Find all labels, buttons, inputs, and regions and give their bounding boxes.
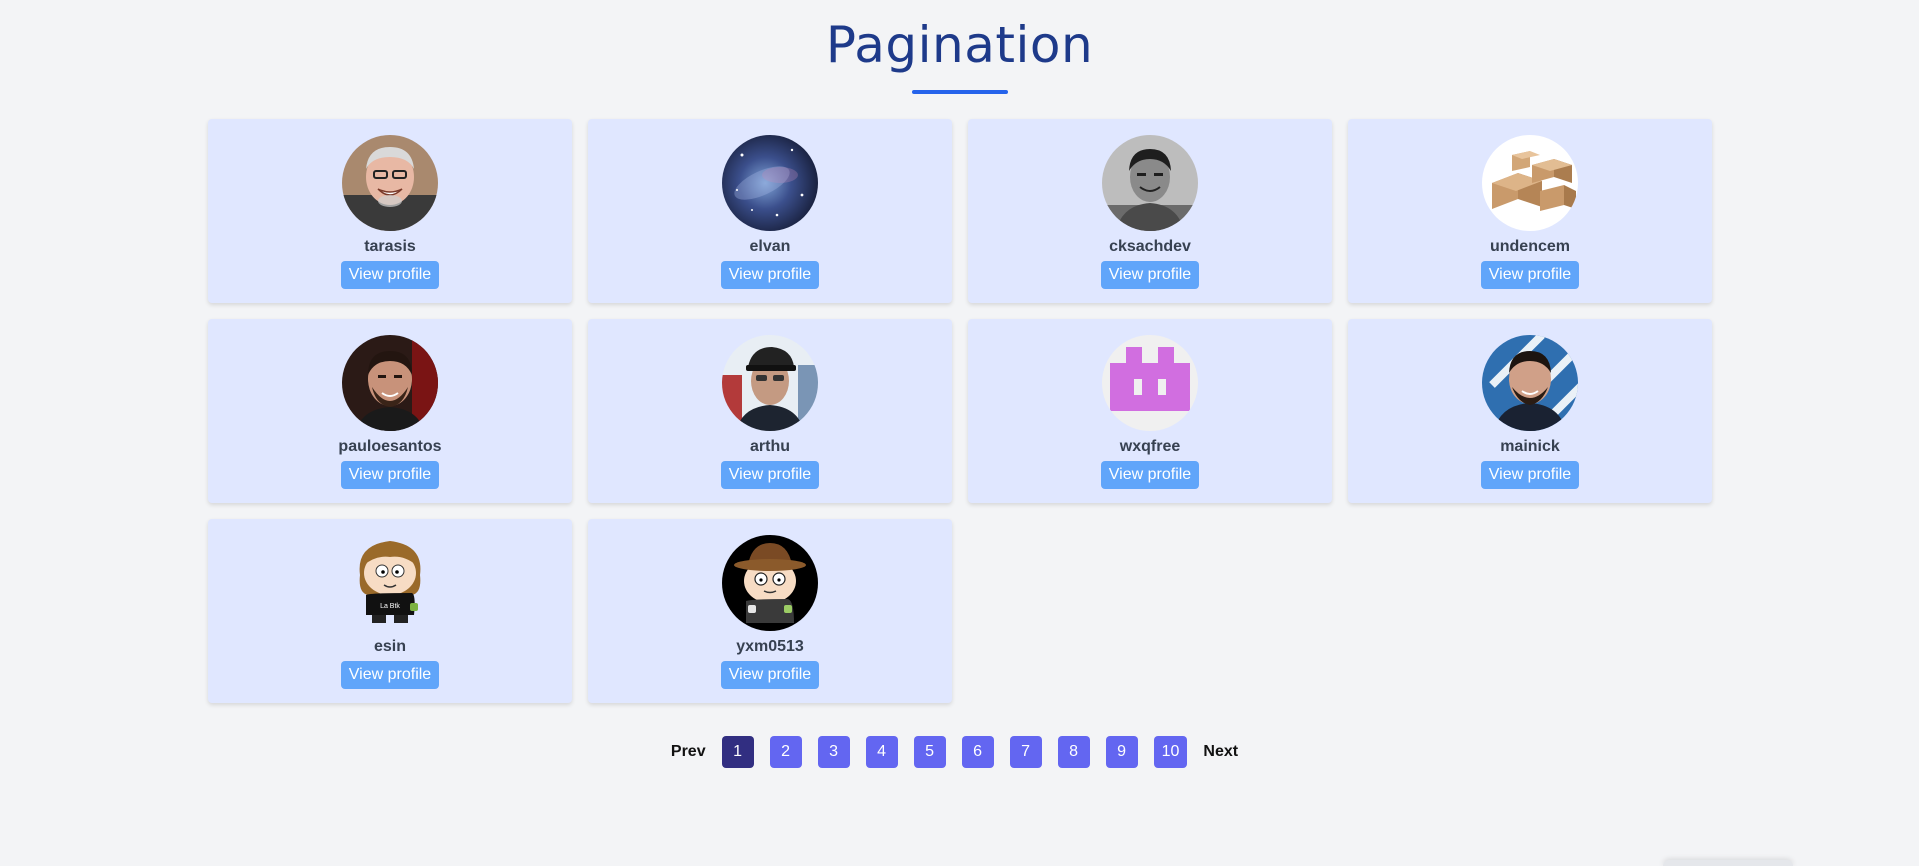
view-profile-button[interactable]: View profile <box>720 661 820 689</box>
avatar-photo-man-cap <box>722 335 818 431</box>
avatar-galaxy-nebula <box>722 135 818 231</box>
profile-username: mainick <box>1500 438 1560 455</box>
profile-card: arthu View profile <box>588 319 952 503</box>
view-profile-button[interactable]: View profile <box>1100 261 1200 289</box>
view-profile-button[interactable]: View profile <box>1480 261 1580 289</box>
pagination-next[interactable]: Next <box>1203 743 1238 761</box>
profile-card: tarasis View profile <box>208 119 572 303</box>
profile-username: elvan <box>749 238 791 255</box>
pagination-page-5[interactable]: 5 <box>913 736 946 768</box>
avatar: La Btk <box>342 535 438 631</box>
pagination-page-9[interactable]: 9 <box>1105 736 1138 768</box>
profile-card: pauloesantos View profile <box>208 319 572 503</box>
avatar <box>1482 135 1578 231</box>
view-profile-button[interactable]: View profile <box>720 461 820 489</box>
view-profile-button[interactable]: View profile <box>1480 461 1580 489</box>
avatar-cardboard-boxes <box>1482 135 1578 231</box>
avatar <box>722 535 818 631</box>
view-profile-button[interactable]: View profile <box>720 261 820 289</box>
pagination-page-3[interactable]: 3 <box>817 736 850 768</box>
title-underline <box>912 90 1008 94</box>
pagination-page-6[interactable]: 6 <box>961 736 994 768</box>
avatar <box>342 135 438 231</box>
profile-grid: tarasis View profile elvan View profile … <box>208 119 1712 703</box>
profile-card: wxqfree View profile <box>968 319 1332 503</box>
profile-username: arthu <box>750 438 790 455</box>
view-profile-button[interactable]: View profile <box>340 661 440 689</box>
avatar <box>1482 335 1578 431</box>
pagination-page-4[interactable]: 4 <box>865 736 898 768</box>
bottom-corner-overlay <box>1663 860 1793 866</box>
avatar-bw-photo-man <box>1102 135 1198 231</box>
profile-card: undencem View profile <box>1348 119 1712 303</box>
profile-username: pauloesantos <box>338 438 442 455</box>
view-profile-button[interactable]: View profile <box>340 461 440 489</box>
pagination: Prev 1 2 3 4 5 6 7 8 9 10 Next <box>0 736 1914 768</box>
profile-username: tarasis <box>364 238 416 255</box>
profile-username: yxm0513 <box>736 638 804 655</box>
pagination-page-10[interactable]: 10 <box>1153 736 1188 768</box>
profile-username: cksachdev <box>1109 238 1191 255</box>
cartoon-shirt-text: La Btk <box>380 603 400 610</box>
profile-card: elvan View profile <box>588 119 952 303</box>
pagination-page-8[interactable]: 8 <box>1057 736 1090 768</box>
profile-card: mainick View profile <box>1348 319 1712 503</box>
view-profile-button[interactable]: View profile <box>1100 461 1200 489</box>
pagination-page-2[interactable]: 2 <box>769 736 802 768</box>
view-profile-button[interactable]: View profile <box>340 261 440 289</box>
page-title: Pagination <box>825 16 1094 74</box>
avatar-identicon-purple <box>1102 335 1198 431</box>
pagination-prev[interactable]: Prev <box>671 743 706 761</box>
profile-username: wxqfree <box>1119 438 1181 455</box>
profile-username: undencem <box>1489 238 1570 255</box>
profile-card: yxm0513 View profile <box>588 519 952 703</box>
avatar-photo-man-blue-pattern <box>1482 335 1578 431</box>
avatar <box>1102 135 1198 231</box>
avatar-cartoon-character-hat <box>722 535 818 631</box>
pagination-page-1[interactable]: 1 <box>721 736 754 768</box>
profile-card: cksachdev View profile <box>968 119 1332 303</box>
page: Pagination tarasis View profile elvan Vi… <box>0 0 1919 866</box>
avatar-photo-bearded-man <box>342 335 438 431</box>
profile-card: La Btk esin View profile <box>208 519 572 703</box>
profile-username: esin <box>373 638 406 655</box>
avatar <box>722 335 818 431</box>
pagination-page-7[interactable]: 7 <box>1009 736 1042 768</box>
avatar <box>722 135 818 231</box>
avatar <box>1102 335 1198 431</box>
avatar-photo-grey-haired-man <box>342 135 438 231</box>
avatar <box>342 335 438 431</box>
avatar-cartoon-character-la-btk: La Btk <box>342 535 438 631</box>
